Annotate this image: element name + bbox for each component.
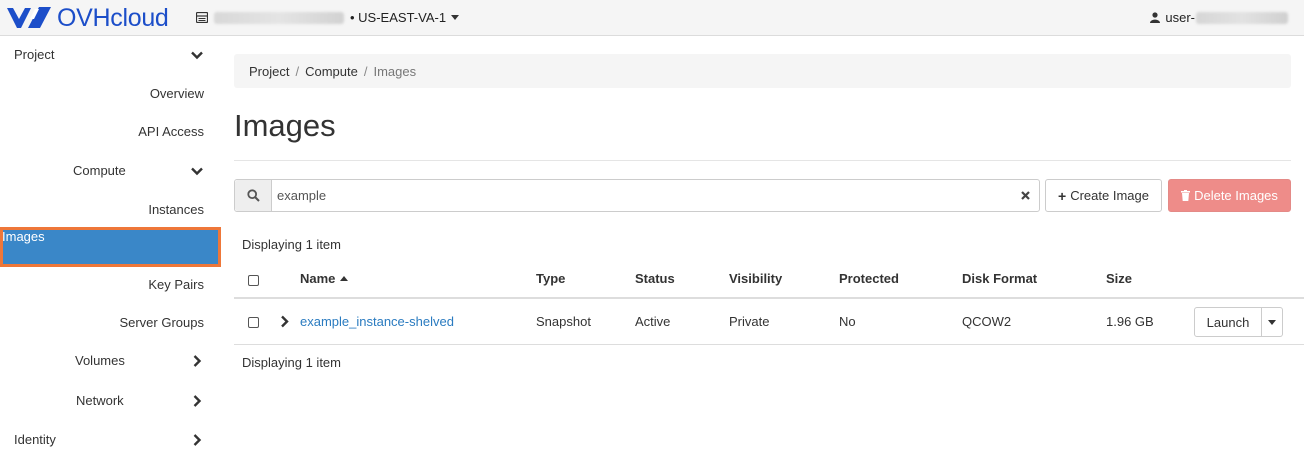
image-protected: No bbox=[839, 314, 856, 329]
region-bullet: • bbox=[350, 10, 359, 25]
user-menu[interactable]: user- bbox=[1150, 10, 1288, 25]
sidebar: Project Overview API Access Compute Inst… bbox=[0, 36, 221, 462]
sidebar-item-server-groups[interactable]: Server Groups bbox=[0, 304, 220, 340]
ovh-logo-icon bbox=[7, 7, 51, 28]
brand-logo[interactable]: OVHcloud bbox=[6, 5, 169, 31]
sidebar-item-label: Server Groups bbox=[119, 315, 204, 330]
plus-icon: + bbox=[1058, 187, 1067, 204]
chevron-down-icon bbox=[1268, 319, 1276, 325]
sidebar-item-volumes[interactable]: Volumes bbox=[0, 342, 220, 378]
chevron-right-icon bbox=[190, 433, 204, 447]
sidebar-item-network[interactable]: Network bbox=[0, 382, 220, 418]
chevron-right-icon[interactable] bbox=[280, 315, 290, 328]
sort-ascending-icon bbox=[340, 276, 349, 281]
image-status: Active bbox=[635, 314, 671, 329]
breadcrumb-item-images: Images bbox=[373, 63, 417, 79]
sidebar-item-api-access[interactable]: API Access bbox=[0, 113, 220, 149]
sidebar-item-label: Instances bbox=[148, 202, 204, 217]
chevron-right-icon bbox=[190, 394, 204, 408]
sidebar-item-identity[interactable]: Identity bbox=[0, 421, 220, 457]
title-divider bbox=[234, 160, 1291, 161]
sidebar-item-label: Identity bbox=[14, 432, 56, 447]
delete-images-label: Delete Images bbox=[1194, 188, 1278, 203]
sidebar-item-project[interactable]: Project bbox=[0, 36, 220, 72]
chevron-down-icon bbox=[451, 15, 460, 20]
column-header-type[interactable]: Type bbox=[536, 271, 565, 286]
brand-name: OVHcloud bbox=[57, 4, 169, 32]
sidebar-item-compute[interactable]: Compute bbox=[0, 152, 220, 188]
table-row-divider bbox=[234, 344, 1304, 345]
sidebar-item-label: Key Pairs bbox=[148, 277, 204, 292]
breadcrumb-separator: / bbox=[363, 63, 368, 79]
search-bar bbox=[234, 179, 1040, 212]
sidebar-item-instances[interactable]: Instances bbox=[0, 191, 220, 227]
column-header-name[interactable]: Name bbox=[300, 271, 349, 286]
sidebar-item-label: Volumes bbox=[75, 353, 125, 368]
server-icon bbox=[196, 12, 208, 23]
column-header-protected[interactable]: Protected bbox=[839, 271, 899, 286]
project-id-redacted bbox=[214, 11, 344, 24]
sidebar-item-label: Compute bbox=[73, 163, 126, 178]
sidebar-item-label: Overview bbox=[149, 86, 204, 101]
column-header-status[interactable]: Status bbox=[635, 271, 675, 286]
breadcrumb-item-project[interactable]: Project bbox=[249, 64, 289, 79]
create-image-button[interactable]: + Create Image bbox=[1045, 179, 1162, 212]
user-icon bbox=[1150, 12, 1161, 23]
search-input[interactable] bbox=[275, 180, 1015, 211]
launch-button[interactable]: Launch bbox=[1194, 307, 1262, 337]
top-bar: OVHcloud • US-EAST-VA-1 user- bbox=[0, 0, 1304, 36]
chevron-right-icon bbox=[190, 354, 204, 368]
create-image-label: Create Image bbox=[1070, 188, 1149, 203]
column-header-size[interactable]: Size bbox=[1106, 271, 1132, 286]
launch-dropdown-toggle[interactable] bbox=[1262, 307, 1283, 337]
item-count-bottom: Displaying 1 item bbox=[242, 355, 341, 370]
column-header-visibility[interactable]: Visibility bbox=[729, 271, 782, 286]
column-header-disk-format[interactable]: Disk Format bbox=[962, 271, 1037, 286]
delete-images-button[interactable]: Delete Images bbox=[1168, 179, 1291, 212]
chevron-down-icon bbox=[190, 48, 204, 62]
image-type: Snapshot bbox=[536, 314, 591, 329]
image-size: 1.96 GB bbox=[1106, 314, 1154, 329]
launch-button-group: Launch bbox=[1194, 307, 1283, 337]
row-checkbox[interactable] bbox=[248, 317, 259, 328]
sidebar-item-label: Images bbox=[2, 229, 45, 244]
page-title: Images bbox=[234, 108, 336, 143]
close-icon[interactable] bbox=[1019, 189, 1032, 202]
user-name-prefix: user- bbox=[1165, 10, 1195, 25]
search-addon bbox=[235, 180, 272, 211]
user-name-redacted bbox=[1196, 11, 1288, 24]
breadcrumb-item-compute[interactable]: Compute bbox=[305, 64, 358, 79]
select-all-checkbox[interactable] bbox=[248, 275, 259, 286]
sidebar-item-images[interactable]: Images bbox=[0, 227, 221, 267]
search-icon bbox=[246, 189, 260, 202]
item-count-top: Displaying 1 item bbox=[242, 237, 341, 252]
sidebar-item-label: Project bbox=[14, 47, 55, 62]
trash-icon bbox=[1181, 190, 1191, 201]
project-selector[interactable]: • US-EAST-VA-1 bbox=[196, 10, 460, 25]
column-header-label: Name bbox=[300, 271, 336, 286]
image-name-link[interactable]: example_instance-shelved bbox=[300, 314, 454, 329]
table-header-divider bbox=[234, 297, 1304, 299]
chevron-down-icon bbox=[190, 164, 204, 178]
region-label: US-EAST-VA-1 bbox=[358, 10, 447, 25]
image-disk-format: QCOW2 bbox=[962, 314, 1012, 329]
sidebar-item-overview[interactable]: Overview bbox=[0, 75, 220, 111]
sidebar-item-label: Network bbox=[76, 393, 124, 408]
breadcrumb-separator: / bbox=[295, 63, 300, 79]
sidebar-item-key-pairs[interactable]: Key Pairs bbox=[0, 266, 220, 302]
image-visibility: Private bbox=[729, 314, 770, 329]
breadcrumb: Project / Compute / Images bbox=[234, 54, 1291, 88]
sidebar-item-label: API Access bbox=[138, 124, 204, 139]
